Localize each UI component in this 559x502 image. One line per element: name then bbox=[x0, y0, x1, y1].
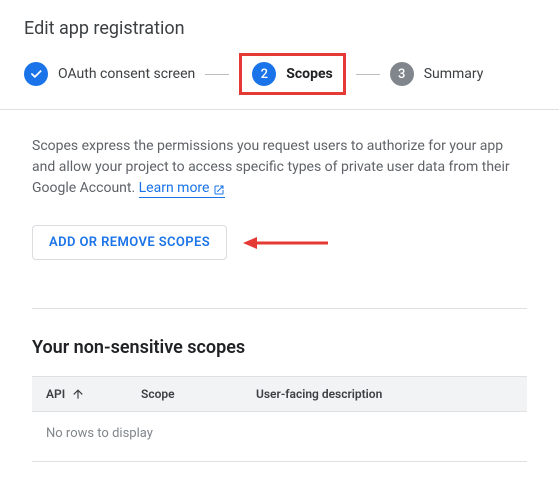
table-empty-state: No rows to display bbox=[32, 412, 527, 462]
step-summary[interactable]: 3 Summary bbox=[390, 62, 484, 86]
external-link-icon bbox=[213, 182, 225, 194]
annotation-arrow-icon bbox=[243, 235, 328, 251]
connector bbox=[356, 74, 380, 75]
section-title: Your non-sensitive scopes bbox=[32, 337, 527, 358]
step-number-icon: 3 bbox=[390, 62, 414, 86]
page-title: Edit app registration bbox=[24, 18, 535, 39]
check-icon bbox=[24, 62, 48, 86]
learn-more-link[interactable]: Learn more bbox=[139, 180, 226, 198]
step-oauth-consent[interactable]: OAuth consent screen bbox=[24, 62, 195, 86]
annotation-highlight: 2 Scopes bbox=[239, 53, 345, 95]
column-scope[interactable]: Scope bbox=[141, 387, 256, 401]
scopes-description: Scopes express the permissions you reque… bbox=[32, 136, 527, 199]
step-label: Scopes bbox=[286, 66, 332, 82]
sort-asc-icon bbox=[71, 387, 85, 401]
step-label: OAuth consent screen bbox=[58, 66, 195, 82]
step-scopes[interactable]: 2 Scopes bbox=[252, 62, 332, 86]
scopes-table: API Scope User-facing description No row… bbox=[32, 376, 527, 462]
stepper: OAuth consent screen 2 Scopes 3 Summary bbox=[0, 53, 559, 110]
add-remove-scopes-button[interactable]: ADD OR REMOVE SCOPES bbox=[32, 225, 227, 260]
column-api[interactable]: API bbox=[46, 387, 141, 401]
column-description[interactable]: User-facing description bbox=[256, 387, 513, 401]
step-label: Summary bbox=[424, 66, 484, 82]
step-number-icon: 2 bbox=[252, 62, 276, 86]
table-header: API Scope User-facing description bbox=[32, 376, 527, 412]
connector bbox=[205, 74, 229, 75]
